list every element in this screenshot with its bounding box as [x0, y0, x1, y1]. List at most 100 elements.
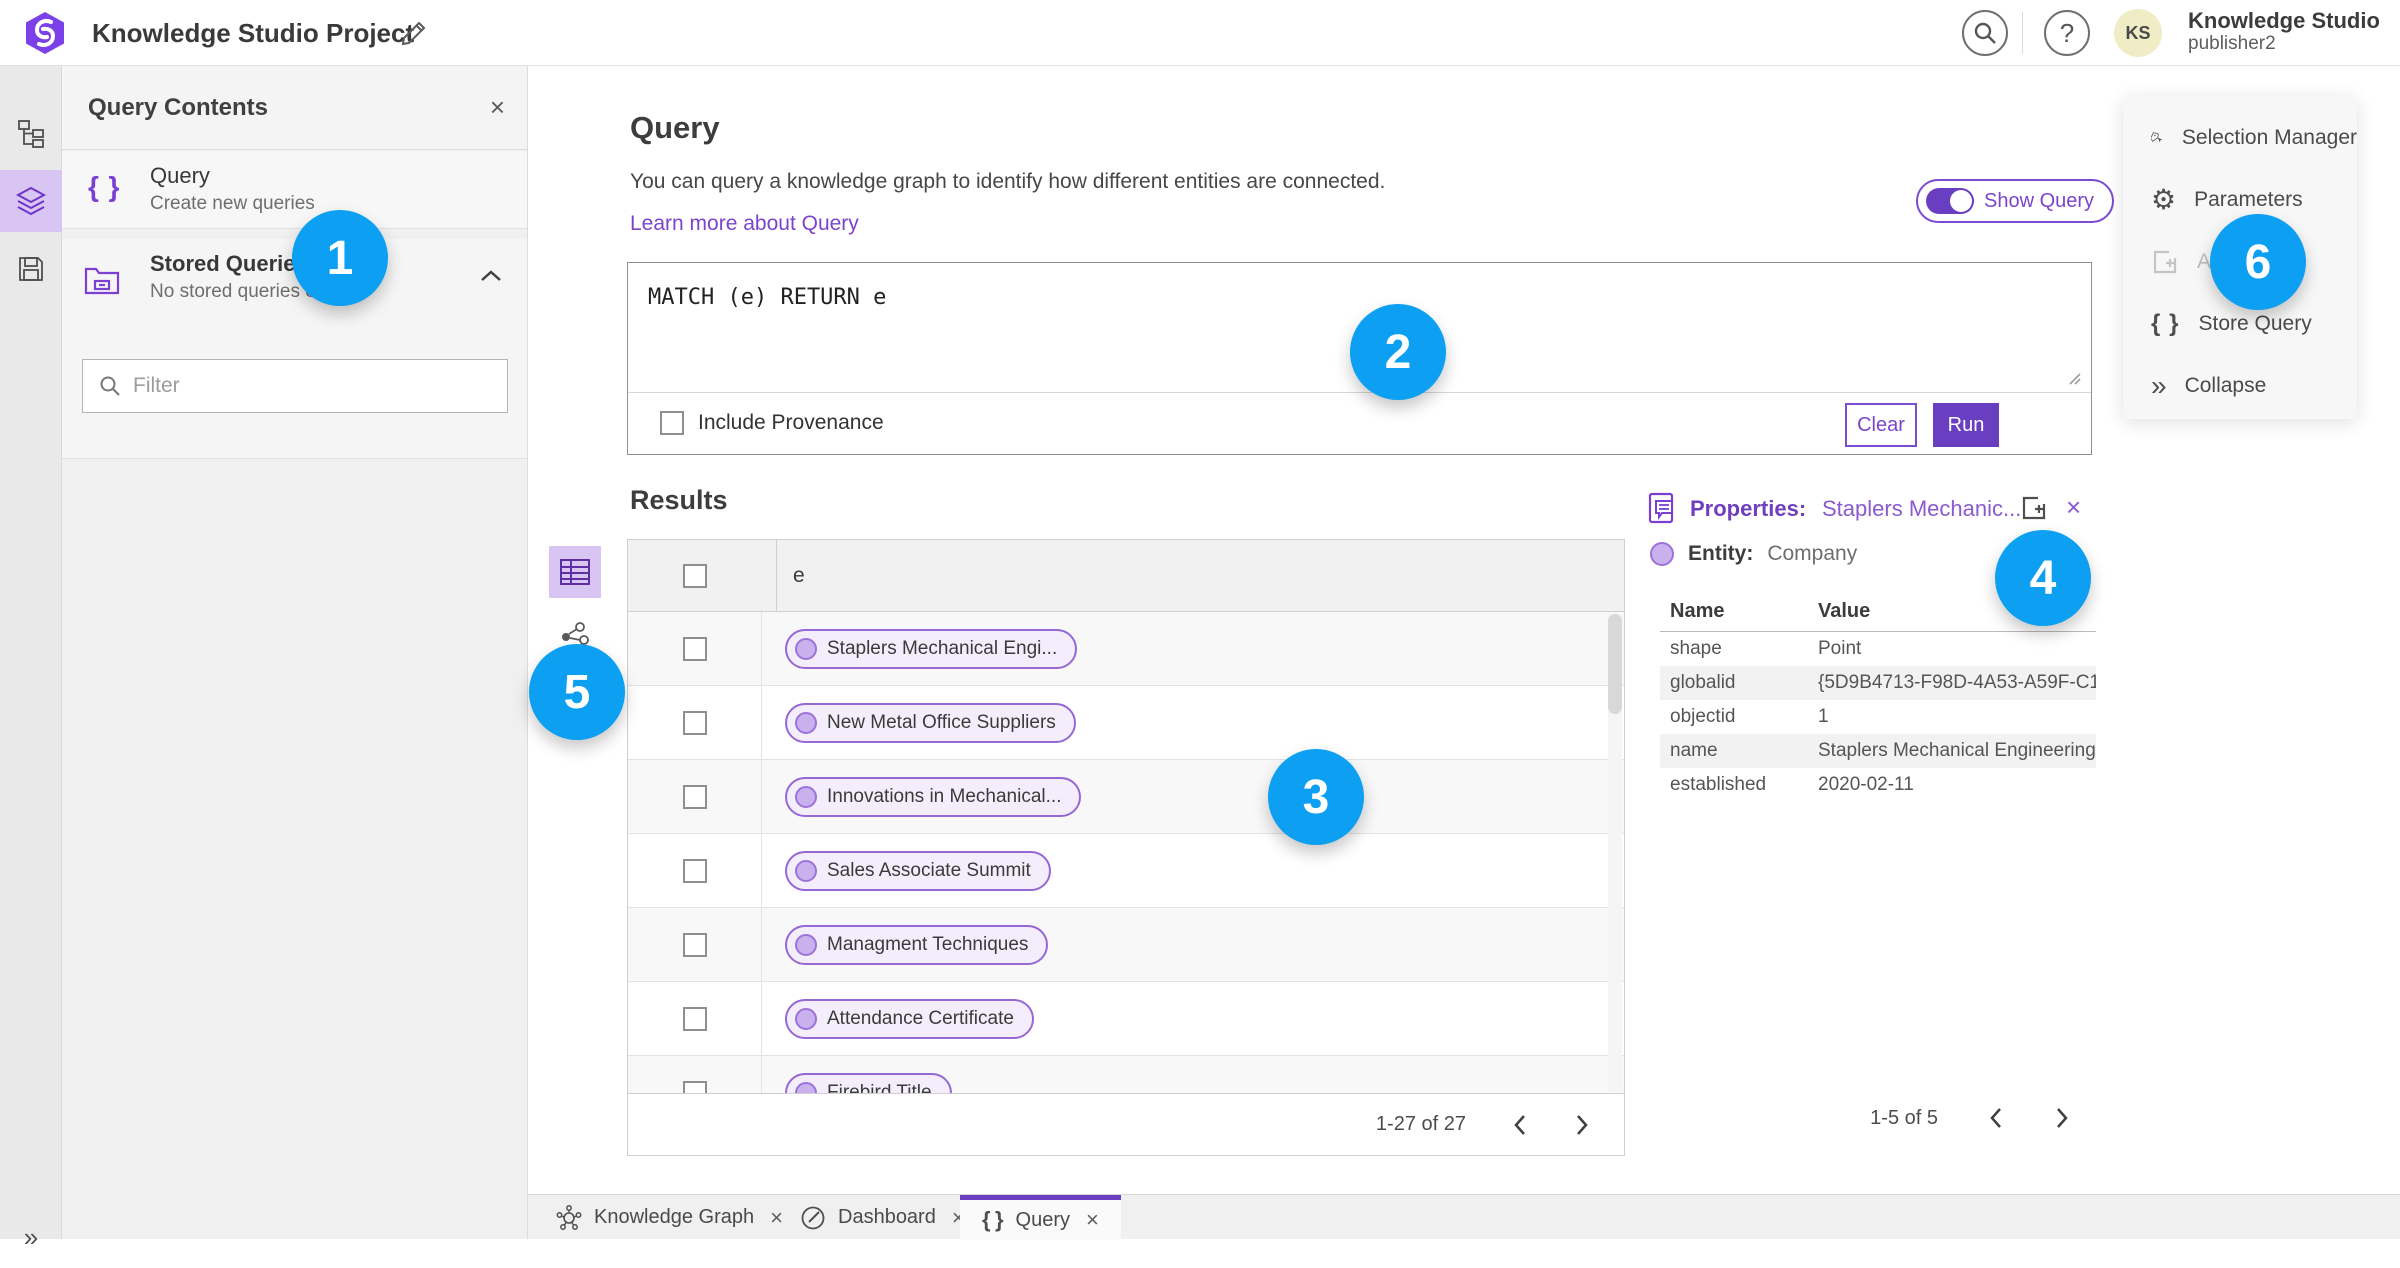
- entity-dot-icon: [795, 860, 817, 882]
- annotation-badge-5: 5: [529, 644, 625, 740]
- schema-icon: [18, 120, 44, 148]
- toggle-switch[interactable]: [1926, 188, 1974, 214]
- table-view-button[interactable]: [549, 546, 601, 598]
- query-section-title: Query: [630, 110, 720, 145]
- run-button[interactable]: Run: [1933, 403, 1999, 447]
- filter-field[interactable]: [82, 359, 508, 413]
- entity-pill[interactable]: New Metal Office Suppliers: [785, 703, 1076, 743]
- table-row[interactable]: Sales Associate Summit: [628, 834, 1624, 908]
- row-checkbox[interactable]: [682, 636, 707, 661]
- gear-icon: ⚙: [2151, 183, 2177, 216]
- entity-pill[interactable]: Attendance Certificate: [785, 999, 1034, 1039]
- property-row[interactable]: established 2020-02-11: [1660, 768, 2096, 802]
- dashboard-icon: [801, 1206, 825, 1229]
- results-table: e Staplers Mechanical Engi... New Metal …: [627, 539, 1625, 1156]
- row-checkbox[interactable]: [682, 858, 707, 883]
- contents-view-button[interactable]: [0, 170, 62, 232]
- include-provenance-option[interactable]: Include Provenance: [660, 411, 884, 435]
- braces-icon: { }: [2151, 310, 2181, 337]
- row-checkbox[interactable]: [682, 784, 707, 809]
- annotation-badge-4: 4: [1995, 530, 2091, 626]
- clear-button[interactable]: Clear: [1845, 403, 1917, 447]
- row-checkbox[interactable]: [682, 1080, 707, 1094]
- close-panel-icon[interactable]: ×: [490, 92, 505, 122]
- next-page-button[interactable]: [1574, 1113, 1590, 1137]
- save-button[interactable]: [0, 238, 62, 300]
- entity-label: Entity:: [1688, 542, 1754, 565]
- add-to-new-icon[interactable]: [2020, 494, 2048, 522]
- knowledge-graph-icon: [556, 1204, 582, 1230]
- table-row[interactable]: Attendance Certificate: [628, 982, 1624, 1056]
- entity-pill[interactable]: Sales Associate Summit: [785, 851, 1051, 891]
- braces-icon: { }: [982, 1207, 1004, 1232]
- row-checkbox[interactable]: [682, 932, 707, 957]
- expand-rail-button[interactable]: »: [0, 1206, 62, 1268]
- property-row[interactable]: name Staplers Mechanical Engineering: [1660, 734, 2096, 768]
- results-table-header: e: [628, 540, 1624, 612]
- tab-dashboard[interactable]: Dashboard ×: [778, 1195, 987, 1240]
- entity-pill[interactable]: Innovations in Mechanical...: [785, 777, 1082, 817]
- table-row[interactable]: New Metal Office Suppliers: [628, 686, 1624, 760]
- tab-label: Dashboard: [838, 1206, 936, 1228]
- collapse-section-icon[interactable]: [479, 269, 503, 283]
- avatar[interactable]: KS: [2114, 9, 2162, 57]
- table-row[interactable]: Staplers Mechanical Engi...: [628, 612, 1624, 686]
- schema-view-button[interactable]: [0, 102, 62, 164]
- properties-icon: [1648, 492, 1678, 524]
- table-row[interactable]: Managment Techniques: [628, 908, 1624, 982]
- app-logo-icon[interactable]: [22, 10, 68, 56]
- property-row[interactable]: objectid 1: [1660, 700, 2096, 734]
- next-page-button[interactable]: [2054, 1106, 2070, 1130]
- selection-manager-item[interactable]: Selection Manager: [2123, 113, 2357, 163]
- results-scrollbar[interactable]: [1608, 614, 1622, 1092]
- query-item-label: Query: [150, 163, 210, 188]
- collapse-menu-item[interactable]: » Collapse: [2123, 361, 2357, 411]
- help-button[interactable]: ?: [2044, 10, 2090, 56]
- table-row[interactable]: Firebird Title: [628, 1056, 1624, 1094]
- scrollbar-thumb[interactable]: [1608, 614, 1622, 714]
- search-button[interactable]: [1962, 10, 2008, 56]
- entity-dot-icon: [795, 934, 817, 956]
- query-list-item[interactable]: { } Query Create new queries: [62, 151, 527, 229]
- row-checkbox[interactable]: [682, 1006, 707, 1031]
- search-icon: [99, 375, 121, 397]
- show-query-toggle[interactable]: Show Query: [1916, 179, 2115, 223]
- filter-input[interactable]: [133, 374, 507, 398]
- include-provenance-checkbox[interactable]: [660, 411, 684, 435]
- double-chevron-right-icon: »: [2151, 370, 2167, 401]
- annotation-badge-3: 3: [1268, 749, 1364, 845]
- results-rows: Staplers Mechanical Engi... New Metal Of…: [628, 612, 1624, 1094]
- query-item-sub: Create new queries: [150, 193, 315, 214]
- tab-query[interactable]: { } Query ×: [960, 1195, 1121, 1240]
- entity-pill[interactable]: Managment Techniques: [785, 925, 1049, 965]
- page-title: Knowledge Studio Project: [92, 17, 415, 48]
- close-tab-icon[interactable]: ×: [1086, 1207, 1099, 1233]
- entity-pill[interactable]: Firebird Title: [785, 1073, 952, 1094]
- layers-icon: [15, 186, 47, 216]
- results-title: Results: [630, 485, 728, 515]
- resize-handle-icon[interactable]: [2065, 369, 2081, 385]
- select-all-checkbox[interactable]: [682, 564, 707, 588]
- property-row[interactable]: globalid {5D9B4713-F98D-4A53-A59F-C11...: [1660, 666, 2096, 700]
- learn-more-link[interactable]: Learn more about Query: [630, 212, 859, 236]
- show-query-label: Show Query: [1984, 189, 2095, 212]
- col-value: Value: [1818, 600, 1871, 622]
- annotation-badge-2: 2: [1350, 304, 1446, 400]
- property-row[interactable]: shape Point: [1660, 632, 2096, 666]
- prev-page-button[interactable]: [1512, 1113, 1528, 1137]
- properties-entity-link[interactable]: Staplers Mechanic...: [1822, 496, 2021, 522]
- column-header-e[interactable]: e: [776, 540, 1624, 612]
- table-row[interactable]: Innovations in Mechanical...: [628, 760, 1624, 834]
- tab-label: Knowledge Graph: [594, 1206, 755, 1228]
- stored-queries-icon: [84, 261, 120, 295]
- edit-title-icon[interactable]: [400, 19, 428, 47]
- tab-knowledge-graph[interactable]: Knowledge Graph ×: [534, 1195, 805, 1240]
- entity-pill[interactable]: Staplers Mechanical Engi...: [785, 629, 1078, 669]
- braces-icon: { }: [88, 171, 122, 202]
- properties-range: 1-5 of 5: [1870, 1106, 1938, 1129]
- user-info[interactable]: Knowledge Studio publisher2: [2188, 9, 2380, 55]
- properties-label: Properties:: [1690, 496, 1807, 521]
- close-properties-icon[interactable]: ×: [2066, 492, 2081, 523]
- row-checkbox[interactable]: [682, 710, 707, 735]
- prev-page-button[interactable]: [1988, 1106, 2004, 1130]
